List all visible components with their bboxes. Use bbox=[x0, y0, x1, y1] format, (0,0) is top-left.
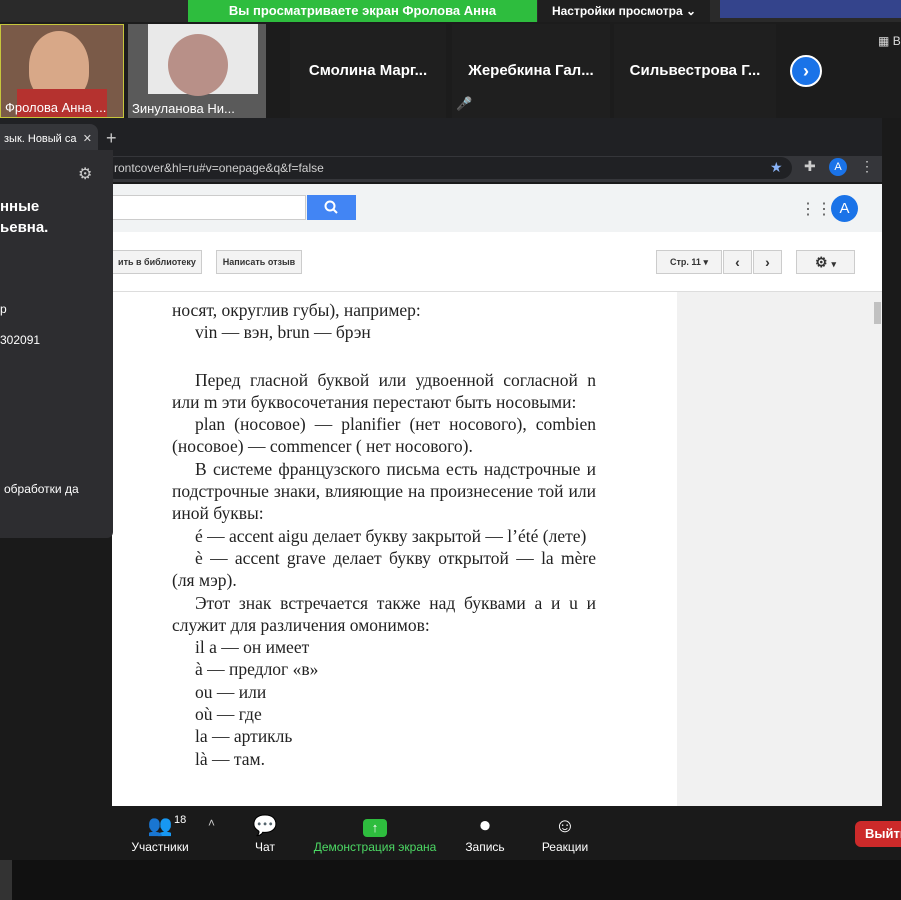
participant-video-2[interactable]: Зинуланова Ни... bbox=[128, 24, 266, 118]
reactions-icon: ☺ bbox=[554, 815, 576, 837]
participants-icon: 👥 bbox=[147, 815, 173, 837]
share-screen-button[interactable]: ↑ Демонстрация экрана bbox=[310, 812, 440, 854]
share-banner-bar: Вы просматриваете экран Фролова Анна Вас… bbox=[0, 0, 901, 40]
book-page-text: носят, округлив губы), например: vin — в… bbox=[172, 292, 596, 770]
book-line: vin — вэн, brun — брэн bbox=[195, 322, 371, 343]
chevron-down-icon: ⌄ bbox=[685, 4, 697, 18]
gear-icon[interactable]: ⚙ bbox=[78, 164, 92, 184]
participant-tile[interactable]: Жеребкина Гал... bbox=[452, 24, 610, 118]
record-label: Запись bbox=[465, 840, 505, 854]
settings-gear-button[interactable]: ⚙ ▾ bbox=[796, 250, 855, 274]
url-field[interactable]: rontcover&hl=ru#v=onepage&q&f=false bbox=[104, 157, 792, 179]
book-line: il a — он имеет bbox=[195, 637, 310, 658]
chat-icon: 💬 bbox=[252, 815, 278, 837]
book-line: ou — или bbox=[195, 681, 267, 702]
gear-icon: ⚙ bbox=[815, 254, 828, 270]
panel-title-line: нные bbox=[0, 198, 40, 215]
book-page: носят, округлив губы), например: vin — в… bbox=[112, 292, 677, 806]
panel-text: р bbox=[0, 302, 7, 316]
grid-icon: ▦ bbox=[878, 34, 890, 48]
participants-count: 18 bbox=[174, 814, 187, 826]
start-button[interactable] bbox=[0, 860, 12, 900]
participant-face bbox=[168, 34, 228, 96]
view-settings-label: Настройки просмотра bbox=[551, 4, 683, 18]
book-line: носят, округлив губы), например: bbox=[172, 300, 421, 320]
window-strip bbox=[720, 0, 901, 18]
share-screen-icon: ↑ bbox=[310, 812, 440, 840]
mic-muted-icon: 🎤 bbox=[456, 96, 473, 111]
participants-button[interactable]: 👥 Участники bbox=[115, 812, 205, 854]
tab-title: зык. Новый са bbox=[4, 133, 77, 145]
book-line: В системе французского письма есть надст… bbox=[172, 458, 596, 524]
dropdown-arrow-icon: ▾ bbox=[831, 259, 836, 269]
star-icon[interactable]: ★ bbox=[770, 159, 783, 176]
scrollbar[interactable] bbox=[872, 292, 882, 806]
more-menu-icon[interactable]: ⋮ bbox=[860, 158, 874, 175]
prev-page-button[interactable]: ‹ bbox=[723, 250, 752, 274]
chat-label: Чат bbox=[255, 840, 275, 854]
extensions-icon[interactable]: ✚ bbox=[804, 158, 816, 175]
chevron-up-icon[interactable]: ˄ bbox=[208, 816, 215, 830]
browser-tab-bar bbox=[0, 118, 882, 156]
record-icon: ⏺ bbox=[480, 815, 490, 837]
book-line: à — предлог «в» bbox=[195, 659, 319, 680]
next-page-arrow-icon[interactable]: › bbox=[790, 55, 822, 87]
taskbar bbox=[0, 860, 901, 900]
participant-name: Фролова Анна ... bbox=[5, 100, 107, 115]
meeting-id: 302091 bbox=[0, 333, 41, 347]
leave-button[interactable]: Выйти bbox=[855, 821, 901, 847]
book-line: plan (носовое) — planifier (нет носового… bbox=[172, 414, 596, 457]
apps-grid-icon[interactable]: ⋮⋮ bbox=[800, 199, 832, 219]
participants-label: Участники bbox=[131, 840, 189, 854]
dropdown-arrow-icon: ▾ bbox=[703, 257, 708, 267]
add-to-library-button[interactable]: ить в библиотеку bbox=[112, 250, 202, 274]
panel-title-line: ьевна. bbox=[0, 219, 49, 236]
chat-button[interactable]: 💬 Чат bbox=[220, 812, 310, 854]
gallery-view-label: В bbox=[892, 34, 901, 48]
book-line: Этот знак встречается также над буквами … bbox=[172, 592, 596, 635]
page-selector[interactable]: Стр. 11 ▾ bbox=[656, 250, 722, 274]
view-settings-button[interactable]: Настройки просмотра ⌄ bbox=[538, 0, 710, 22]
participant-tile[interactable]: Сильвестрова Г... bbox=[614, 24, 776, 118]
participant-tile[interactable]: Смолина Марг... bbox=[290, 24, 446, 118]
record-button[interactable]: ⏺ Запись bbox=[440, 812, 530, 854]
profile-avatar[interactable]: A bbox=[829, 158, 847, 176]
share-banner: Вы просматриваете экран Фролова Анна Вас… bbox=[188, 0, 537, 40]
book-line: la — артикль bbox=[195, 726, 293, 747]
book-line: Перед гласной буквой или удвоенной согла… bbox=[172, 369, 596, 412]
book-line: là — там. bbox=[195, 748, 265, 769]
write-review-button[interactable]: Написать отзыв bbox=[216, 250, 302, 274]
reactions-label: Реакции bbox=[541, 840, 589, 854]
panel-text: обработки да bbox=[4, 482, 79, 496]
scrollbar-thumb[interactable] bbox=[874, 302, 881, 324]
search-icon bbox=[324, 200, 338, 214]
new-tab-icon[interactable]: + bbox=[106, 128, 117, 149]
share-screen-label: Демонстрация экрана bbox=[313, 840, 437, 854]
book-line: où — где bbox=[195, 704, 262, 725]
gallery-view-button[interactable]: ▦ В bbox=[878, 34, 901, 48]
next-page-button[interactable]: › bbox=[753, 250, 782, 274]
participant-video-1[interactable]: Фролова Анна ... bbox=[0, 24, 124, 118]
search-button[interactable] bbox=[307, 195, 356, 220]
search-input[interactable] bbox=[112, 195, 306, 220]
account-avatar[interactable]: A bbox=[831, 195, 858, 222]
participant-name: Зинуланова Ни... bbox=[132, 101, 235, 116]
book-line: è — accent grave делает букву открытой —… bbox=[172, 547, 596, 591]
book-line: é — accent aigu делает букву закрытой — … bbox=[195, 525, 587, 546]
reactions-button[interactable]: ☺ Реакции bbox=[520, 812, 610, 854]
info-panel: ⚙ нные ьевна. р 302091 обработки да bbox=[0, 150, 113, 538]
page-selector-label: Стр. 11 bbox=[670, 257, 701, 267]
